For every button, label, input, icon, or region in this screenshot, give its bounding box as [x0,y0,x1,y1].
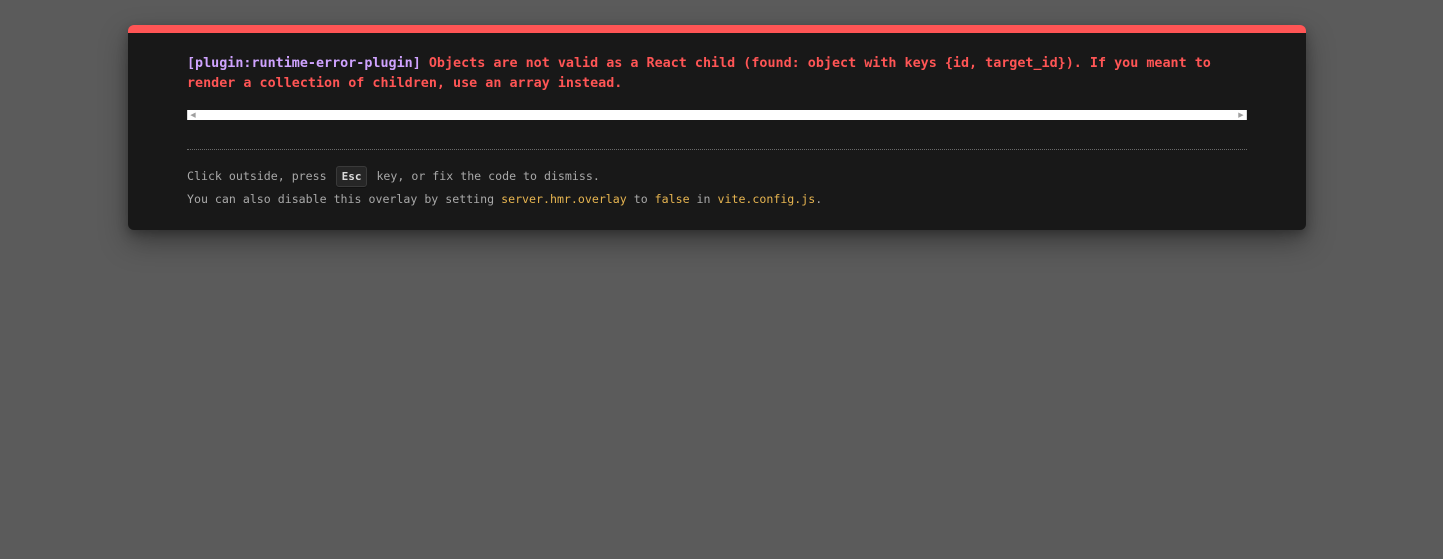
config-file-code: vite.config.js [717,192,816,206]
scroll-right-icon[interactable]: ▶ [1236,111,1246,119]
tip2-text-3: in [689,192,718,206]
error-overlay-window: [plugin:runtime-error-plugin] Objects ar… [128,25,1306,230]
esc-key: Esc [335,166,368,187]
dismiss-tip: Click outside, press Esc key, or fix the… [187,166,1247,187]
tip2-text-2: to [626,192,655,206]
horizontal-scrollbar[interactable]: ◀ ▶ [187,110,1247,120]
tip2-text-1: You can also disable this overlay by set… [187,192,502,206]
tip2-text-4: . [815,192,823,206]
plugin-tag: [plugin:runtime-error-plugin] [187,56,421,71]
scroll-left-icon[interactable]: ◀ [188,111,198,119]
disable-tip: You can also disable this overlay by set… [187,191,1247,207]
config-key-code: server.hmr.overlay [501,192,627,206]
divider [187,149,1247,150]
false-value-code: false [654,192,690,206]
error-message: [plugin:runtime-error-plugin] Objects ar… [187,54,1247,94]
tip-text-before: Click outside, press [187,169,334,183]
tip-text-after: key, or fix the code to dismiss. [369,169,600,183]
